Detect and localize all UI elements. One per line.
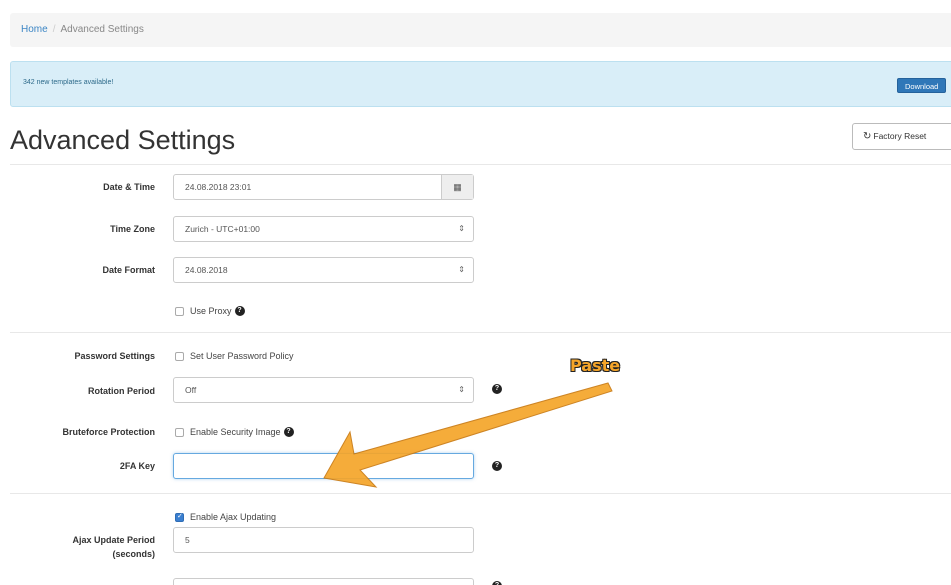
calendar-icon[interactable]: ▦ [441, 175, 473, 199]
ajax-period-label: Ajax Update Period (seconds) [72, 533, 155, 561]
download-button[interactable]: Download [897, 78, 947, 93]
use-proxy-checkbox[interactable]: Use Proxy ? [175, 306, 245, 316]
divider [10, 332, 951, 333]
date-time-input[interactable]: 24.08.2018 23:01 ▦ [173, 174, 474, 200]
breadcrumb-current: Advanced Settings [60, 24, 144, 35]
page-title: Advanced Settings [10, 125, 236, 155]
time-zone-select[interactable]: Zurich - UTC+01:00 ⇕ [173, 216, 474, 242]
twofa-key-label: 2FA Key [119, 461, 155, 471]
date-format-select[interactable]: 24.08.2018 ⇕ [173, 257, 474, 283]
checkbox[interactable] [175, 427, 184, 437]
next-field-input[interactable] [173, 578, 474, 585]
checkbox[interactable] [175, 351, 184, 361]
ajax-period-label-line1: Ajax Update Period [72, 535, 155, 545]
rotation-period-value: Off [185, 385, 197, 395]
help-icon[interactable]: ? [283, 427, 294, 437]
breadcrumb-home-link[interactable]: Home [21, 24, 48, 35]
security-image-checkbox[interactable]: Enable Security Image ? [175, 427, 294, 437]
twofa-key-input[interactable] [173, 453, 474, 479]
date-format-value: 24.08.2018 [185, 265, 228, 275]
alert-text: 342 new templates available! [23, 79, 114, 86]
date-format-label: Date Format [102, 265, 155, 275]
factory-reset-button[interactable]: ↻ Factory Reset [852, 123, 951, 150]
checkbox[interactable] [175, 512, 184, 522]
refresh-icon: ↻ [863, 131, 872, 142]
ajax-period-input[interactable]: 5 [173, 527, 474, 553]
help-icon[interactable]: ? [492, 384, 502, 394]
select-arrows-icon: ⇕ [458, 265, 465, 274]
select-arrows-icon: ⇕ [458, 385, 465, 394]
select-arrows-icon: ⇕ [458, 224, 465, 233]
paste-annotation: Paste [570, 356, 621, 375]
password-settings-label: Password Settings [74, 351, 155, 361]
rotation-period-select[interactable]: Off ⇕ [173, 377, 474, 403]
date-time-value: 24.08.2018 23:01 [185, 182, 252, 192]
help-icon[interactable]: ? [234, 306, 245, 316]
security-image-label: Enable Security Image [190, 427, 281, 437]
ajax-period-value: 5 [185, 535, 190, 545]
help-icon[interactable]: ? [492, 581, 502, 585]
time-zone-value: Zurich - UTC+01:00 [185, 224, 260, 234]
divider [10, 493, 951, 494]
help-icon[interactable]: ? [492, 461, 502, 471]
templates-alert: 342 new templates available! Download [10, 61, 951, 107]
ajax-updating-label: Enable Ajax Updating [190, 512, 277, 522]
time-zone-label: Time Zone [110, 224, 155, 234]
bruteforce-protection-label: Bruteforce Protection [62, 427, 155, 437]
factory-reset-label: Factory Reset [873, 131, 927, 141]
checkbox[interactable] [175, 306, 184, 316]
ajax-updating-checkbox[interactable]: Enable Ajax Updating [175, 512, 276, 522]
password-policy-label: Set User Password Policy [190, 351, 294, 361]
rotation-period-label: Rotation Period [88, 386, 155, 396]
divider [10, 164, 951, 165]
ajax-period-label-line2: (seconds) [112, 549, 155, 559]
breadcrumb-separator: / [52, 24, 56, 35]
password-policy-checkbox[interactable]: Set User Password Policy [175, 351, 294, 361]
use-proxy-label: Use Proxy [190, 306, 232, 316]
breadcrumb: Home / Advanced Settings [10, 13, 951, 47]
date-time-label: Date & Time [103, 182, 155, 192]
